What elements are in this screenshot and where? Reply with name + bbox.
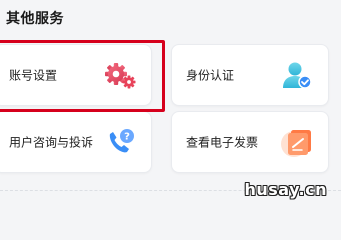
invoice-icon <box>280 125 314 159</box>
svg-text:?: ? <box>124 132 130 143</box>
identity-verification-label: 身份认证 <box>186 68 235 83</box>
user-verified-icon <box>280 58 314 92</box>
account-settings-label: 账号设置 <box>9 68 58 83</box>
identity-verification-card[interactable]: 身份认证 <box>171 44 329 106</box>
section-title: 其他服务 <box>6 11 64 27</box>
view-invoice-label: 查看电子发票 <box>186 135 259 150</box>
account-settings-card[interactable]: 账号设置 <box>0 44 152 106</box>
phone-help-icon: ? <box>103 125 137 159</box>
gear-icon <box>103 58 137 92</box>
consultation-complaint-label: 用户咨询与投诉 <box>9 135 94 150</box>
consultation-complaint-card[interactable]: 用户咨询与投诉 ? <box>0 111 152 173</box>
watermark: husay.cn <box>244 180 327 199</box>
view-invoice-card[interactable]: 查看电子发票 <box>171 111 329 173</box>
